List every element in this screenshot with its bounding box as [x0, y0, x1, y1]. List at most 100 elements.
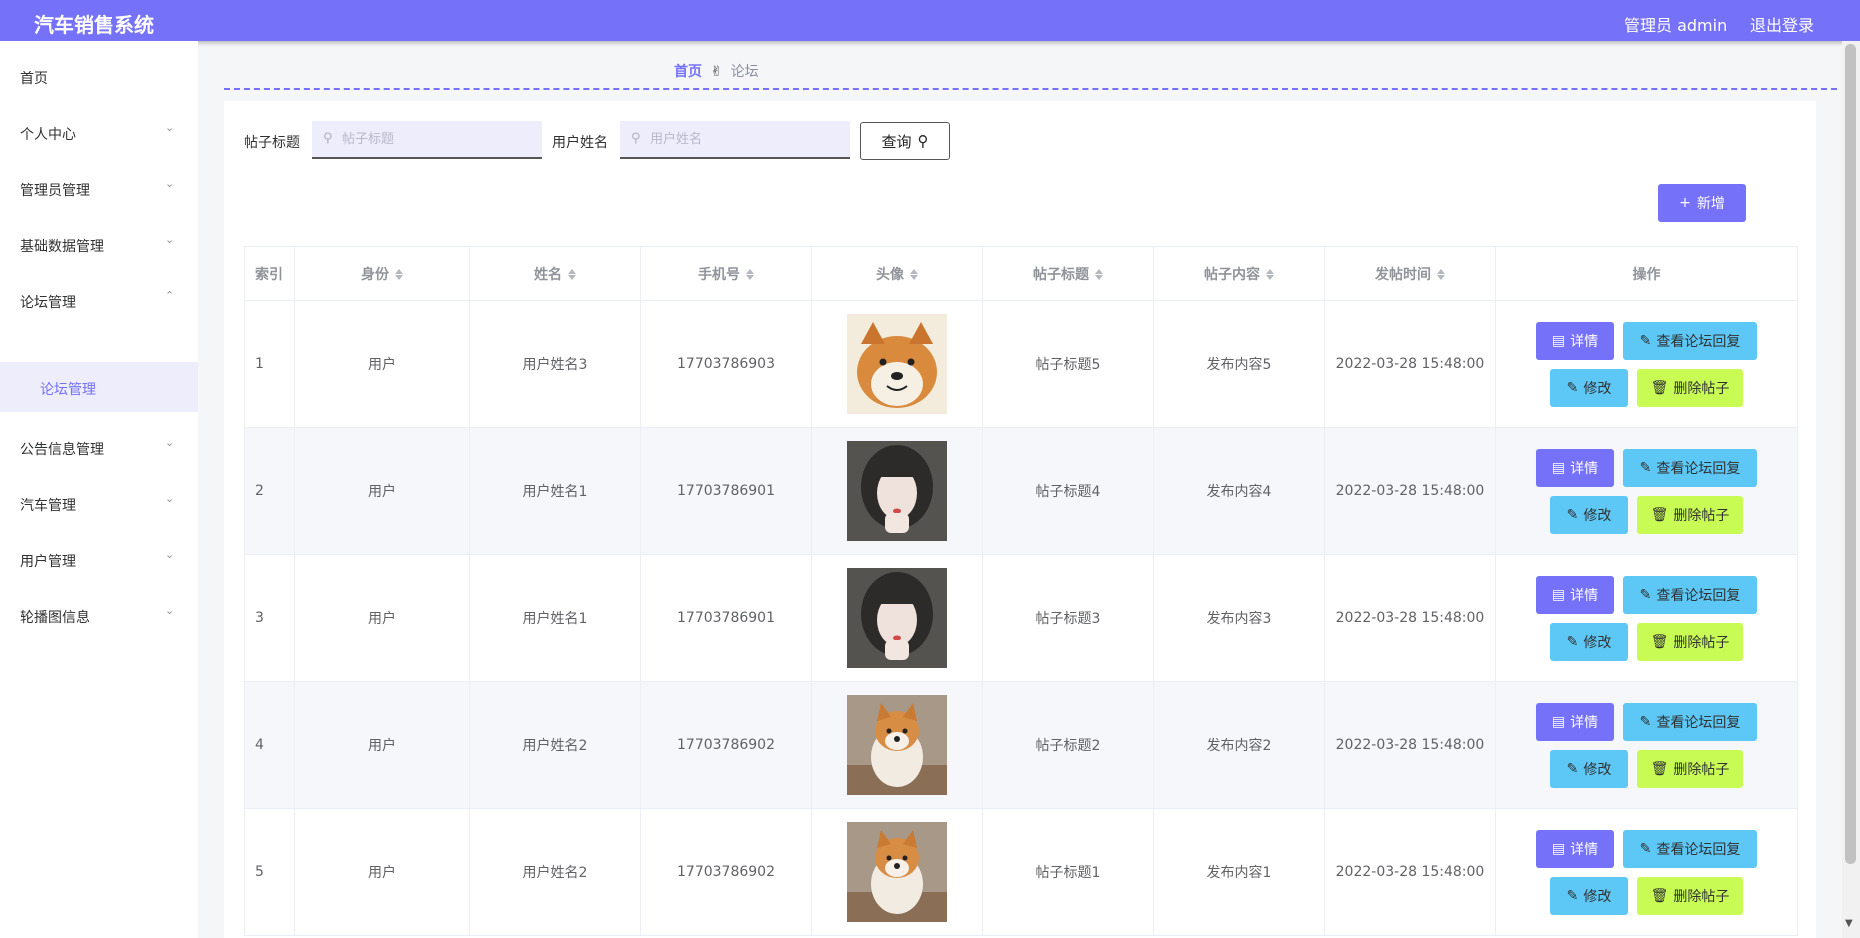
- table-row: 1 用户 用户姓名3 17703786903 帖子标题5 发布内容5 2022-…: [244, 300, 1798, 428]
- column-header-post-time[interactable]: 发帖时间: [1324, 246, 1496, 301]
- edit-button[interactable]: ✎ 修改: [1550, 368, 1628, 407]
- query-button[interactable]: 查询 ⚲: [860, 122, 950, 160]
- column-header-post-content[interactable]: 帖子内容: [1153, 246, 1325, 301]
- user-filter-label: 用户姓名: [552, 135, 608, 151]
- add-button[interactable]: + 新增: [1658, 184, 1746, 222]
- puppy-avatar[interactable]: [847, 822, 947, 922]
- cell-phone: 17703786901: [640, 554, 812, 682]
- trash-icon: 🗑: [1650, 760, 1669, 777]
- sidebar-item-label: 轮播图信息: [20, 610, 90, 626]
- sidebar-subitem-label: 论坛管理: [40, 382, 96, 398]
- sort-icon[interactable]: [746, 268, 754, 281]
- girl-avatar[interactable]: [847, 568, 947, 668]
- view-replies-button[interactable]: ✎ 查看论坛回复: [1623, 829, 1757, 868]
- sidebar-item-label: 首页: [20, 71, 48, 87]
- cell-post-content: 发布内容5: [1153, 300, 1325, 428]
- trash-icon: 🗑: [1650, 379, 1669, 396]
- cell-name: 用户姓名2: [469, 681, 641, 809]
- cell-role: 用户: [294, 681, 470, 809]
- column-header-name[interactable]: 姓名: [469, 246, 641, 301]
- detail-button[interactable]: ▤ 详情: [1536, 829, 1614, 868]
- edit-button[interactable]: ✎ 修改: [1550, 495, 1628, 534]
- chevron-down-icon: ⌄: [165, 233, 175, 246]
- shiba-avatar[interactable]: [847, 314, 947, 414]
- column-header-phone[interactable]: 手机号: [640, 246, 812, 301]
- cell-post-title: 帖子标题2: [982, 681, 1154, 809]
- column-header-role[interactable]: 身份: [294, 246, 470, 301]
- sidebar-item-notice-management[interactable]: 公告信息管理 ⌄: [0, 420, 198, 472]
- view-replies-button[interactable]: ✎ 查看论坛回复: [1623, 702, 1757, 741]
- view-replies-button[interactable]: ✎ 查看论坛回复: [1623, 321, 1757, 360]
- scrollbar-thumb[interactable]: [1845, 44, 1856, 864]
- cell-name: 用户姓名1: [469, 554, 641, 682]
- scroll-down-icon[interactable]: ▼: [1845, 918, 1853, 929]
- sort-icon[interactable]: [1437, 268, 1445, 281]
- sort-icon[interactable]: [1266, 268, 1274, 281]
- table-row: 3 用户 用户姓名1 17703786901 帖子标题3 发布内容3 2022-…: [244, 554, 1798, 682]
- view-replies-button[interactable]: ✎ 查看论坛回复: [1623, 448, 1757, 487]
- trash-icon: 🗑: [1650, 506, 1669, 523]
- cell-phone: 17703786901: [640, 427, 812, 555]
- sidebar-item-user-management[interactable]: 用户管理 ⌄: [0, 532, 198, 584]
- chevron-down-icon: ⌄: [165, 436, 175, 449]
- sidebar-item-base-data[interactable]: 基础数据管理 ⌄: [0, 217, 198, 269]
- cell-actions: ▤ 详情 ✎ 查看论坛回复 ✎ 修改 🗑 删除帖子: [1495, 300, 1798, 428]
- detail-button[interactable]: ▤ 详情: [1536, 321, 1614, 360]
- chevron-down-icon: ⌄: [165, 121, 175, 134]
- search-icon: ⚲: [917, 132, 929, 150]
- title-filter-label: 帖子标题: [244, 135, 300, 151]
- cell-post-content: 发布内容3: [1153, 554, 1325, 682]
- detail-button[interactable]: ▤ 详情: [1536, 702, 1614, 741]
- app-title: 汽车销售系统: [34, 13, 154, 37]
- sidebar-item-personal-center[interactable]: 个人中心 ⌄: [0, 105, 198, 157]
- puppy-avatar[interactable]: [847, 695, 947, 795]
- hand-icon: ✌: [710, 64, 723, 80]
- search-icon: ⚲: [631, 131, 641, 146]
- cell-name: 用户姓名2: [469, 808, 641, 936]
- title-search-input[interactable]: [312, 121, 542, 159]
- column-header-post-title[interactable]: 帖子标题: [982, 246, 1154, 301]
- delete-post-button[interactable]: 🗑 删除帖子: [1637, 876, 1743, 915]
- chevron-down-icon: ⌄: [165, 548, 175, 561]
- sidebar-item-car-management[interactable]: 汽车管理 ⌄: [0, 476, 198, 528]
- edit-button[interactable]: ✎ 修改: [1550, 876, 1628, 915]
- sidebar-item-forum-management[interactable]: 论坛管理 ⌃: [0, 273, 198, 325]
- detail-button[interactable]: ▤ 详情: [1536, 448, 1614, 487]
- delete-post-button[interactable]: 🗑 删除帖子: [1637, 622, 1743, 661]
- cell-post-content: 发布内容4: [1153, 427, 1325, 555]
- sort-icon[interactable]: [395, 268, 403, 281]
- cell-role: 用户: [294, 300, 470, 428]
- delete-post-button[interactable]: 🗑 删除帖子: [1637, 749, 1743, 788]
- detail-button[interactable]: ▤ 详情: [1536, 575, 1614, 614]
- sort-icon[interactable]: [910, 268, 918, 281]
- sidebar-item-carousel[interactable]: 轮播图信息 ⌄: [0, 588, 198, 640]
- breadcrumb-home[interactable]: 首页: [674, 64, 702, 80]
- cell-post-content: 发布内容2: [1153, 681, 1325, 809]
- delete-post-button[interactable]: 🗑 删除帖子: [1637, 495, 1743, 534]
- logout-link[interactable]: 退出登录: [1750, 12, 1814, 36]
- sidebar-item-label: 论坛管理: [20, 295, 76, 311]
- sort-icon[interactable]: [1095, 268, 1103, 281]
- pencil-icon: ✎: [1566, 379, 1579, 396]
- sidebar-item-label: 管理员管理: [20, 183, 90, 199]
- breadcrumb-current: 论坛: [730, 64, 759, 80]
- cell-post-title: 帖子标题3: [982, 554, 1154, 682]
- delete-post-button[interactable]: 🗑 删除帖子: [1637, 368, 1743, 407]
- sidebar-subitem-forum[interactable]: 论坛管理: [0, 362, 198, 412]
- user-search-input[interactable]: [620, 121, 850, 159]
- sidebar-item-home[interactable]: 首页: [0, 49, 198, 101]
- cell-post-time: 2022-03-28 15:48:00: [1324, 681, 1496, 809]
- pencil-icon: ✎: [1639, 713, 1652, 730]
- column-header-avatar[interactable]: 头像: [811, 246, 983, 301]
- sidebar-item-admin-management[interactable]: 管理员管理 ⌄: [0, 161, 198, 213]
- document-icon: ▤: [1551, 840, 1566, 857]
- view-replies-button[interactable]: ✎ 查看论坛回复: [1623, 575, 1757, 614]
- sort-icon[interactable]: [568, 268, 576, 281]
- girl-avatar[interactable]: [847, 441, 947, 541]
- breadcrumb: 首页 ✌ 论坛: [674, 61, 759, 81]
- edit-button[interactable]: ✎ 修改: [1550, 749, 1628, 788]
- document-icon: ▤: [1551, 332, 1566, 349]
- edit-button[interactable]: ✎ 修改: [1550, 622, 1628, 661]
- cell-index: 1: [244, 300, 295, 428]
- pencil-icon: ✎: [1639, 840, 1652, 857]
